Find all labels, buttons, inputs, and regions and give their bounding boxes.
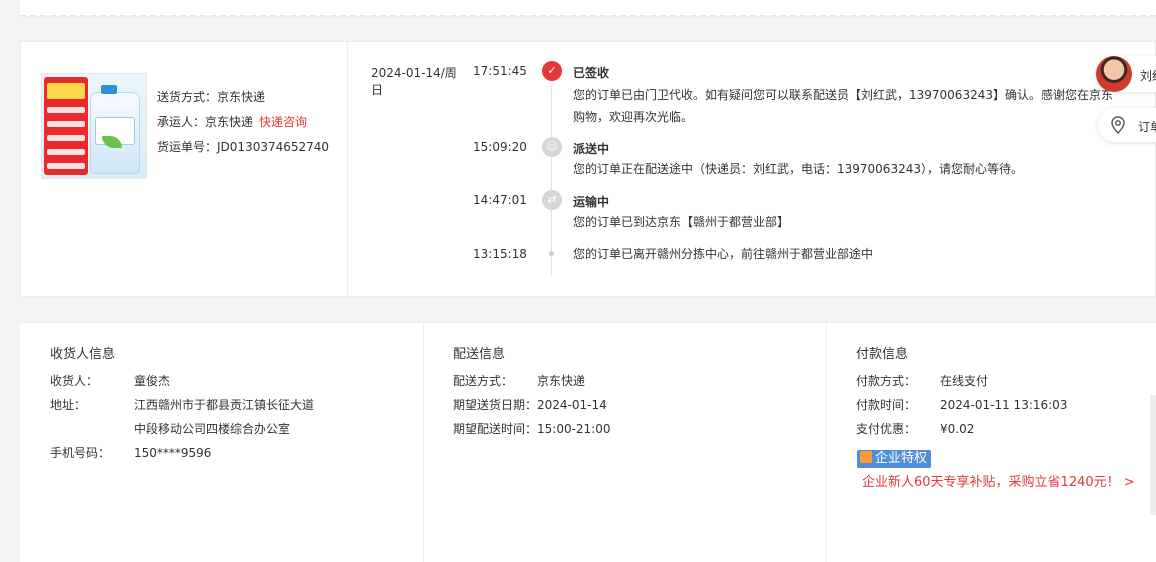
event-desc: 您的订单已到达京东【赣州于都营业部】: [573, 215, 790, 229]
receiver-address-row: 地址： 江西赣州市于都县贡江镇长征大道中段移动公司四楼综合办公室: [50, 398, 315, 436]
payment-info: 付款信息 付款方式： 在线支付 付款时间： 2024-01-11 13:16:03 …: [827, 323, 1156, 562]
dashed-divider: [20, 15, 1156, 16]
order-label: 订单: [1138, 120, 1156, 134]
event-desc: 您的订单正在配送途中（快递员：刘红武，电话：13970063243），请您耐心等…: [573, 162, 1023, 176]
tracking-timeline: 2024-01-14/周日 17:51:45 ✓ 已签收 您的订单已由门卫代收。…: [347, 42, 1155, 296]
order-location-widget[interactable]: 订单: [1098, 108, 1156, 142]
event-title: 派送中: [573, 142, 610, 156]
scrollbar[interactable]: [1150, 395, 1156, 515]
payment-discount-row: 支付优惠： ¥0.02: [856, 422, 975, 436]
event-time: 13:15:18: [473, 247, 527, 261]
tracking-number-row: 货运单号：JD0130374652740: [157, 140, 330, 154]
order-info-panel: 收货人信息 收货人： 童俊杰 地址： 江西赣州市于都县贡江镇长征大道中段移动公司四楼…: [20, 322, 1156, 562]
ship-method-row: 送货方式：京东快递: [157, 90, 266, 104]
enterprise-icon: [860, 451, 872, 463]
location-pin-icon: [1111, 116, 1125, 134]
event-title: 已签收: [573, 66, 610, 80]
courier-name: 刘红: [1140, 69, 1156, 83]
receiver-name-row: 收货人： 童俊杰: [50, 374, 171, 388]
tracking-panel: 送货方式：京东快递 承运人：京东快递 快递咨询 货运单号：JD0130374652…: [20, 41, 1156, 297]
top-strip: [20, 0, 1156, 17]
truck-icon: ⇄: [542, 190, 562, 210]
payment-heading: 付款信息: [856, 347, 909, 362]
delivery-time-row: 期望配送时间：15:00-21:00: [453, 422, 611, 436]
payment-method-row: 付款方式： 在线支付: [856, 374, 989, 388]
delivery-heading: 配送信息: [453, 347, 506, 362]
event-desc: 您的订单已离开赣州分拣中心，前往赣州于都营业部途中: [573, 247, 874, 261]
detergent-bottle: [90, 85, 140, 174]
enterprise-badge[interactable]: 企业特权: [857, 450, 932, 468]
delivery-info: 配送信息 配送方式： 京东快递 期望送货日期：2024-01-14 期望配送时间：…: [424, 323, 827, 562]
courier-icon: ☺: [542, 137, 562, 157]
timeline-line: [551, 86, 552, 276]
dot-icon: [549, 251, 554, 256]
shipment-info: 送货方式：京东快递 承运人：京东快递 快递咨询 货运单号：JD0130374652…: [157, 85, 329, 160]
event-time: 14:47:01: [473, 193, 527, 207]
event-time: 17:51:45: [473, 64, 527, 78]
event-title: 运输中: [573, 195, 610, 209]
enterprise-promo-link[interactable]: 企业新人60天专享补贴，采购立省1240元！ >: [862, 471, 1135, 490]
payment-time-row: 付款时间： 2024-01-11 13:16:03: [856, 398, 1068, 412]
product-column: 送货方式：京东快递 承运人：京东快递 快递咨询 货运单号：JD0130374652…: [21, 42, 348, 296]
event-time: 15:09:20: [473, 140, 527, 154]
carrier-row: 承运人：京东快递 快递咨询: [157, 115, 308, 129]
delivery-method-row: 配送方式： 京东快递: [453, 374, 586, 388]
event-date: 2024-01-14/周日: [371, 66, 457, 97]
receiver-info: 收货人信息 收货人： 童俊杰 地址： 江西赣州市于都县贡江镇长征大道中段移动公司四楼…: [20, 323, 424, 562]
receiver-phone-row: 手机号码： 150****9596: [50, 446, 212, 460]
event-desc: 您的订单已由门卫代收。如有疑问您可以联系配送员【刘红武，13970063243】…: [573, 88, 1113, 124]
delivery-date-row: 期望送货日期：2024-01-14: [453, 398, 607, 412]
check-circle-icon: ✓: [542, 61, 562, 81]
courier-avatar: [1096, 56, 1132, 92]
promo-sticker: [44, 77, 88, 175]
courier-contact-widget[interactable]: 刘红: [1096, 56, 1156, 92]
courier-consult-link[interactable]: 快递咨询: [259, 115, 307, 129]
receiver-heading: 收货人信息: [50, 347, 116, 362]
product-thumbnail[interactable]: [41, 73, 147, 179]
